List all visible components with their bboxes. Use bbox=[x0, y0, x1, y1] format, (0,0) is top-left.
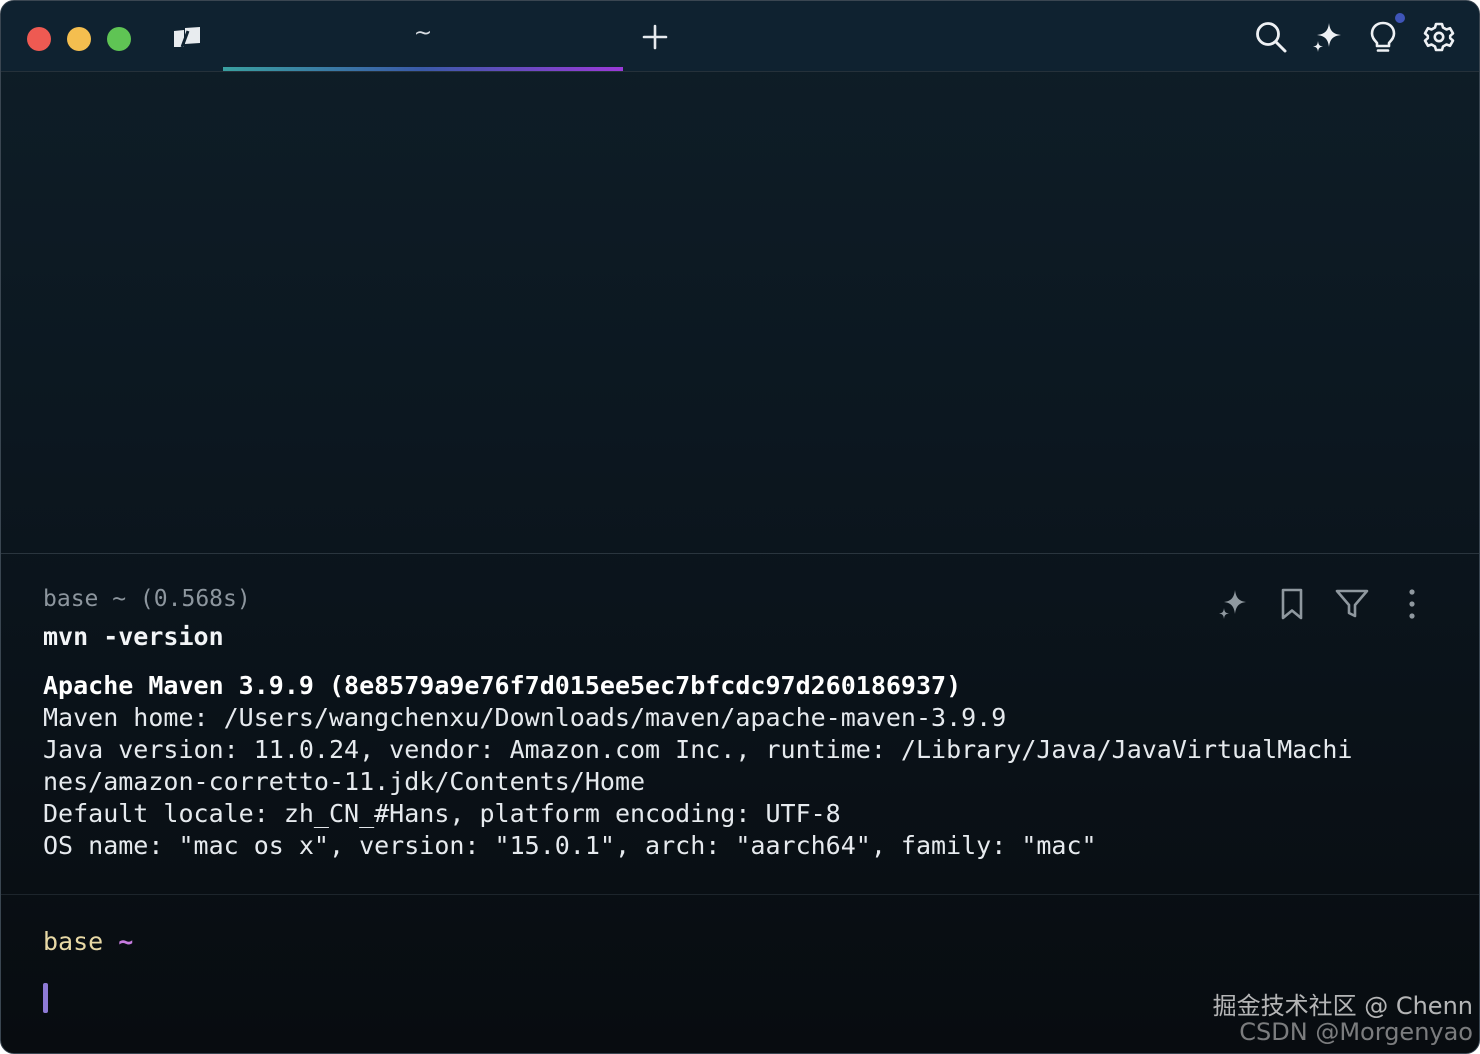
panels-icon[interactable] bbox=[171, 25, 203, 51]
prompt-env: base bbox=[43, 927, 104, 956]
scrollback-area bbox=[1, 72, 1479, 553]
output-line: OS name: "mac os x", version: "15.0.1", … bbox=[43, 831, 1097, 860]
filter-icon[interactable] bbox=[1333, 586, 1371, 622]
block-command: mvn -version bbox=[43, 622, 224, 651]
notification-dot bbox=[1395, 13, 1405, 23]
terminal-window: ~ base ~ (0.568s) mvn -version Apache Ma… bbox=[0, 0, 1480, 1054]
new-tab-plus-icon[interactable] bbox=[639, 21, 671, 53]
search-icon[interactable] bbox=[1253, 19, 1289, 55]
output-line: Apache Maven 3.9.9 (8e8579a9e76f7d015ee5… bbox=[43, 671, 962, 700]
zoom-window-button[interactable] bbox=[107, 27, 131, 51]
output-line: Maven home: /Users/wangchenxu/Downloads/… bbox=[43, 703, 1007, 732]
block-output: Apache Maven 3.9.9 (8e8579a9e76f7d015ee5… bbox=[43, 670, 1443, 862]
output-line: nes/amazon-corretto-11.jdk/Contents/Home bbox=[43, 767, 646, 796]
ai-sparkle-icon[interactable] bbox=[1309, 19, 1345, 55]
tab-title: ~ bbox=[413, 21, 433, 46]
prompt-directory: ~ bbox=[118, 927, 134, 956]
tab-home[interactable]: ~ bbox=[223, 1, 623, 71]
lightbulb-icon[interactable] bbox=[1365, 19, 1401, 55]
text-cursor[interactable] bbox=[43, 983, 48, 1013]
more-vertical-icon[interactable] bbox=[1393, 586, 1431, 622]
output-line: Default locale: zh_CN_#Hans, platform en… bbox=[43, 799, 841, 828]
output-line: Java version: 11.0.24, vendor: Amazon.co… bbox=[43, 735, 1353, 764]
prompt: base ~ bbox=[43, 927, 133, 956]
block-metadata: base ~ (0.568s) bbox=[43, 586, 251, 612]
watermark-line: CSDN @Morgenyao bbox=[1239, 1018, 1473, 1046]
watermark: 掘金技术社区 @ Chenn CSDN @Morgenyao bbox=[1213, 993, 1473, 1045]
bookmark-icon[interactable] bbox=[1273, 586, 1311, 622]
command-block[interactable]: base ~ (0.568s) mvn -version Apache Mave… bbox=[1, 553, 1479, 895]
active-tab-indicator bbox=[223, 67, 623, 71]
ai-sparkle-icon[interactable] bbox=[1213, 586, 1251, 622]
close-window-button[interactable] bbox=[27, 27, 51, 51]
block-actions bbox=[1213, 586, 1431, 622]
minimize-window-button[interactable] bbox=[67, 27, 91, 51]
gear-icon[interactable] bbox=[1421, 19, 1457, 55]
title-bar: ~ bbox=[1, 1, 1479, 72]
watermark-line: 掘金技术社区 @ Chenn bbox=[1212, 992, 1473, 1020]
